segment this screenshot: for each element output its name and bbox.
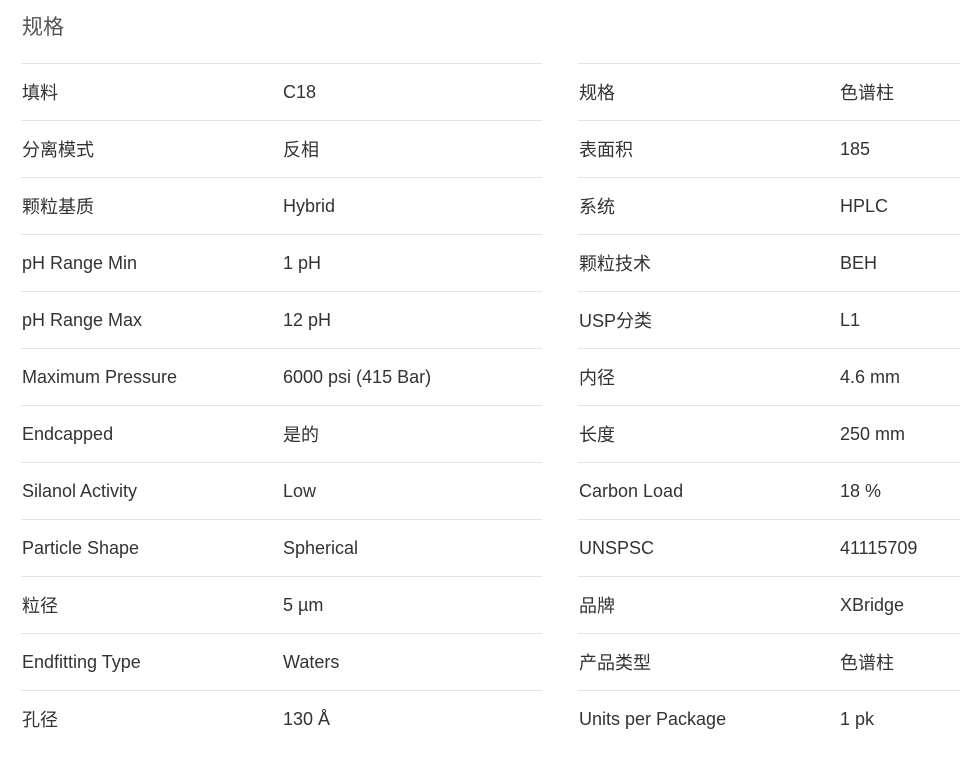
spec-value: HPLC bbox=[840, 195, 889, 216]
spec-row: 规格 色谱柱 bbox=[578, 63, 960, 121]
spec-label: 填料 bbox=[22, 83, 58, 103]
spec-label: 品牌 bbox=[579, 596, 615, 616]
spec-row: Silanol Activity Low bbox=[21, 462, 542, 520]
spec-label: Maximum Pressure bbox=[22, 366, 178, 387]
spec-row: pH Range Min 1 pH bbox=[21, 234, 542, 292]
spec-label: pH Range Max bbox=[22, 309, 143, 330]
spec-label: 系统 bbox=[579, 197, 615, 217]
spec-value: 130 Å bbox=[283, 708, 331, 729]
spec-label: 颗粒基质 bbox=[22, 197, 94, 217]
spec-row: pH Range Max 12 pH bbox=[21, 291, 542, 349]
spec-row: 孔径 130 Å bbox=[21, 690, 542, 748]
spec-value: 反相 bbox=[283, 140, 319, 160]
spec-value: 185 bbox=[840, 138, 871, 159]
spec-row: 粒径 5 µm bbox=[21, 576, 542, 634]
spec-value: 1 pH bbox=[283, 252, 322, 273]
spec-row: 产品类型 色谱柱 bbox=[578, 633, 960, 691]
spec-label: Units per Package bbox=[579, 708, 727, 729]
spec-label: 表面积 bbox=[579, 140, 633, 160]
spec-row: 品牌 XBridge bbox=[578, 576, 960, 634]
spec-label: Endcapped bbox=[22, 423, 114, 444]
spec-row: 颗粒技术 BEH bbox=[578, 234, 960, 292]
spec-value: L1 bbox=[840, 309, 861, 330]
spec-value: C18 bbox=[283, 81, 317, 102]
spec-label: Particle Shape bbox=[22, 537, 140, 558]
spec-value: 250 mm bbox=[840, 423, 906, 444]
spec-value: 18 % bbox=[840, 480, 882, 501]
spec-row: 分离模式 反相 bbox=[21, 120, 542, 178]
spec-label: 长度 bbox=[579, 425, 615, 445]
spec-section-title: 规格 bbox=[22, 16, 64, 39]
spec-value: Hybrid bbox=[283, 195, 336, 216]
spec-value: 4.6 mm bbox=[840, 366, 901, 387]
spec-table-right: 规格 色谱柱 表面积 185 系统 HPLC 颗粒技术 BEH USP分类 L1 内径 4.6 mm 长… bbox=[578, 63, 960, 748]
spec-label: Carbon Load bbox=[579, 480, 684, 501]
spec-value: XBridge bbox=[840, 594, 905, 615]
spec-label: pH Range Min bbox=[22, 252, 138, 273]
spec-row: Maximum Pressure 6000 psi (415 Bar) bbox=[21, 348, 542, 406]
spec-value: 色谱柱 bbox=[840, 653, 894, 673]
spec-value: 色谱柱 bbox=[840, 83, 894, 103]
spec-row: Particle Shape Spherical bbox=[21, 519, 542, 577]
spec-row: Endfitting Type Waters bbox=[21, 633, 542, 691]
spec-label: 规格 bbox=[579, 83, 615, 103]
spec-row: Carbon Load 18 % bbox=[578, 462, 960, 520]
spec-row: 颗粒基质 Hybrid bbox=[21, 177, 542, 235]
spec-label: 内径 bbox=[579, 368, 615, 388]
spec-label: 产品类型 bbox=[579, 653, 651, 673]
spec-row: USP分类 L1 bbox=[578, 291, 960, 349]
spec-value: 5 µm bbox=[283, 594, 324, 615]
spec-table-left: 填料 C18 分离模式 反相 颗粒基质 Hybrid pH Range Min 1 pH pH … bbox=[21, 63, 542, 748]
spec-label: Silanol Activity bbox=[22, 480, 138, 501]
spec-label: USP分类 bbox=[579, 311, 653, 331]
spec-row: Endcapped 是的 bbox=[21, 405, 542, 463]
spec-value: 41115709 bbox=[840, 537, 918, 558]
spec-row: 内径 4.6 mm bbox=[578, 348, 960, 406]
spec-label: 粒径 bbox=[22, 596, 58, 616]
spec-value: Waters bbox=[283, 651, 340, 672]
spec-value: Low bbox=[283, 480, 317, 501]
spec-row: 填料 C18 bbox=[21, 63, 542, 121]
spec-value: 1 pk bbox=[840, 708, 875, 729]
spec-label: 颗粒技术 bbox=[579, 254, 651, 274]
spec-value: 12 pH bbox=[283, 309, 332, 330]
spec-value: 是的 bbox=[283, 425, 319, 445]
spec-row: 长度 250 mm bbox=[578, 405, 960, 463]
spec-row: 表面积 185 bbox=[578, 120, 960, 178]
spec-label: 分离模式 bbox=[22, 140, 94, 160]
spec-value: Spherical bbox=[283, 537, 359, 558]
spec-label: 孔径 bbox=[22, 710, 58, 731]
spec-row: 系统 HPLC bbox=[578, 177, 960, 235]
spec-value: BEH bbox=[840, 252, 878, 273]
spec-label: UNSPSC bbox=[579, 537, 655, 558]
spec-label: Endfitting Type bbox=[22, 651, 141, 672]
spec-row: UNSPSC 41115709 bbox=[578, 519, 960, 577]
spec-value: 6000 psi (415 Bar) bbox=[283, 366, 432, 387]
spec-row: Units per Package 1 pk bbox=[578, 690, 960, 748]
